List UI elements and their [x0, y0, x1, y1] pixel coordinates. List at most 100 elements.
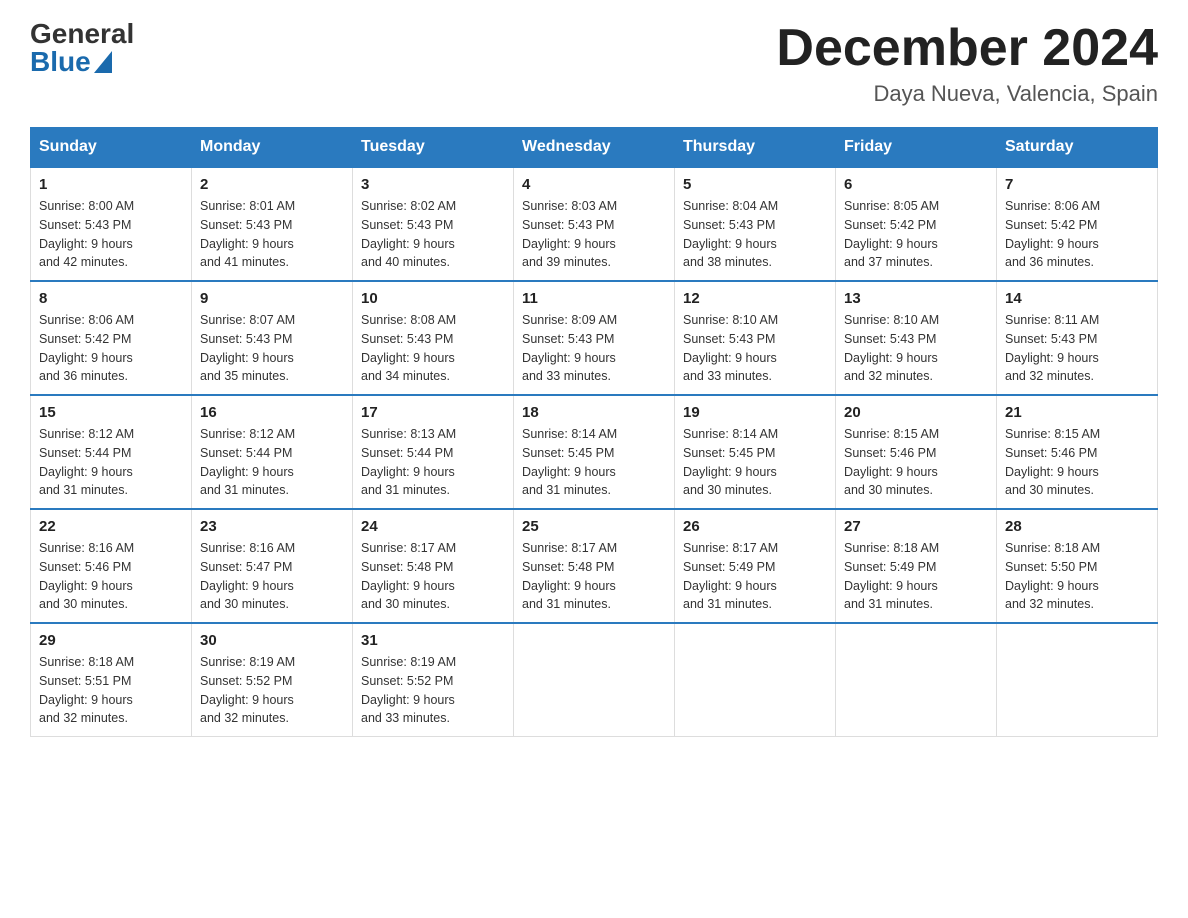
day-number: 23 — [200, 518, 344, 535]
day-number: 15 — [39, 404, 183, 421]
daylight-minutes: and 31 minutes. — [200, 483, 289, 497]
sunset-label: Sunset: 5:42 PM — [1005, 218, 1097, 232]
daylight-label: Daylight: 9 hours — [1005, 465, 1099, 479]
calendar-cell: 29 Sunrise: 8:18 AM Sunset: 5:51 PM Dayl… — [31, 623, 192, 737]
day-info: Sunrise: 8:15 AM Sunset: 5:46 PM Dayligh… — [844, 425, 988, 500]
day-info: Sunrise: 8:14 AM Sunset: 5:45 PM Dayligh… — [683, 425, 827, 500]
calendar-cell: 11 Sunrise: 8:09 AM Sunset: 5:43 PM Dayl… — [514, 281, 675, 395]
calendar-cell: 14 Sunrise: 8:11 AM Sunset: 5:43 PM Dayl… — [997, 281, 1158, 395]
sunrise-label: Sunrise: 8:11 AM — [1005, 313, 1099, 327]
calendar-cell — [675, 623, 836, 737]
daylight-label: Daylight: 9 hours — [844, 351, 938, 365]
sunset-label: Sunset: 5:43 PM — [522, 218, 614, 232]
sunset-label: Sunset: 5:43 PM — [200, 218, 292, 232]
daylight-minutes: and 37 minutes. — [844, 255, 933, 269]
day-number: 29 — [39, 632, 183, 649]
logo-general: General — [30, 20, 134, 48]
calendar-cell: 7 Sunrise: 8:06 AM Sunset: 5:42 PM Dayli… — [997, 167, 1158, 281]
sunrise-label: Sunrise: 8:18 AM — [1005, 541, 1100, 555]
calendar-cell: 28 Sunrise: 8:18 AM Sunset: 5:50 PM Dayl… — [997, 509, 1158, 623]
sunrise-label: Sunrise: 8:10 AM — [683, 313, 778, 327]
sunset-label: Sunset: 5:50 PM — [1005, 560, 1097, 574]
calendar-cell: 21 Sunrise: 8:15 AM Sunset: 5:46 PM Dayl… — [997, 395, 1158, 509]
sunset-label: Sunset: 5:45 PM — [522, 446, 614, 460]
day-number: 28 — [1005, 518, 1149, 535]
day-of-week-header: Thursday — [675, 128, 836, 168]
day-of-week-header: Wednesday — [514, 128, 675, 168]
calendar-cell: 1 Sunrise: 8:00 AM Sunset: 5:43 PM Dayli… — [31, 167, 192, 281]
calendar-cell: 10 Sunrise: 8:08 AM Sunset: 5:43 PM Dayl… — [353, 281, 514, 395]
daylight-label: Daylight: 9 hours — [361, 693, 455, 707]
daylight-label: Daylight: 9 hours — [39, 693, 133, 707]
logo-triangle-icon — [94, 51, 112, 73]
daylight-minutes: and 42 minutes. — [39, 255, 128, 269]
daylight-minutes: and 41 minutes. — [200, 255, 289, 269]
daylight-minutes: and 40 minutes. — [361, 255, 450, 269]
daylight-label: Daylight: 9 hours — [39, 465, 133, 479]
sunrise-label: Sunrise: 8:13 AM — [361, 427, 456, 441]
day-number: 5 — [683, 176, 827, 193]
daylight-label: Daylight: 9 hours — [200, 465, 294, 479]
day-info: Sunrise: 8:01 AM Sunset: 5:43 PM Dayligh… — [200, 197, 344, 272]
day-of-week-header: Sunday — [31, 128, 192, 168]
daylight-label: Daylight: 9 hours — [361, 579, 455, 593]
day-info: Sunrise: 8:16 AM Sunset: 5:47 PM Dayligh… — [200, 539, 344, 614]
sunrise-label: Sunrise: 8:18 AM — [844, 541, 939, 555]
sunrise-label: Sunrise: 8:07 AM — [200, 313, 295, 327]
day-number: 26 — [683, 518, 827, 535]
sunset-label: Sunset: 5:43 PM — [361, 218, 453, 232]
calendar-cell: 19 Sunrise: 8:14 AM Sunset: 5:45 PM Dayl… — [675, 395, 836, 509]
day-number: 2 — [200, 176, 344, 193]
day-info: Sunrise: 8:15 AM Sunset: 5:46 PM Dayligh… — [1005, 425, 1149, 500]
calendar-week-row: 8 Sunrise: 8:06 AM Sunset: 5:42 PM Dayli… — [31, 281, 1158, 395]
day-number: 8 — [39, 290, 183, 307]
sunrise-label: Sunrise: 8:19 AM — [361, 655, 456, 669]
day-number: 25 — [522, 518, 666, 535]
daylight-minutes: and 31 minutes. — [522, 597, 611, 611]
sunset-label: Sunset: 5:43 PM — [683, 332, 775, 346]
day-number: 4 — [522, 176, 666, 193]
day-number: 9 — [200, 290, 344, 307]
daylight-label: Daylight: 9 hours — [522, 465, 616, 479]
calendar-cell: 2 Sunrise: 8:01 AM Sunset: 5:43 PM Dayli… — [192, 167, 353, 281]
calendar-header-row: SundayMondayTuesdayWednesdayThursdayFrid… — [31, 128, 1158, 168]
day-info: Sunrise: 8:19 AM Sunset: 5:52 PM Dayligh… — [200, 653, 344, 728]
day-number: 11 — [522, 290, 666, 307]
day-info: Sunrise: 8:09 AM Sunset: 5:43 PM Dayligh… — [522, 311, 666, 386]
day-number: 31 — [361, 632, 505, 649]
daylight-label: Daylight: 9 hours — [1005, 579, 1099, 593]
daylight-minutes: and 32 minutes. — [1005, 369, 1094, 383]
daylight-minutes: and 32 minutes. — [200, 711, 289, 725]
day-number: 12 — [683, 290, 827, 307]
sunrise-label: Sunrise: 8:17 AM — [683, 541, 778, 555]
sunset-label: Sunset: 5:49 PM — [844, 560, 936, 574]
calendar-week-row: 22 Sunrise: 8:16 AM Sunset: 5:46 PM Dayl… — [31, 509, 1158, 623]
sunrise-label: Sunrise: 8:12 AM — [200, 427, 295, 441]
daylight-label: Daylight: 9 hours — [361, 351, 455, 365]
day-number: 13 — [844, 290, 988, 307]
calendar-cell: 18 Sunrise: 8:14 AM Sunset: 5:45 PM Dayl… — [514, 395, 675, 509]
calendar-cell: 16 Sunrise: 8:12 AM Sunset: 5:44 PM Dayl… — [192, 395, 353, 509]
day-info: Sunrise: 8:17 AM Sunset: 5:48 PM Dayligh… — [522, 539, 666, 614]
day-info: Sunrise: 8:16 AM Sunset: 5:46 PM Dayligh… — [39, 539, 183, 614]
daylight-label: Daylight: 9 hours — [39, 351, 133, 365]
calendar-week-row: 1 Sunrise: 8:00 AM Sunset: 5:43 PM Dayli… — [31, 167, 1158, 281]
daylight-label: Daylight: 9 hours — [361, 237, 455, 251]
sunset-label: Sunset: 5:44 PM — [200, 446, 292, 460]
daylight-minutes: and 36 minutes. — [1005, 255, 1094, 269]
sunrise-label: Sunrise: 8:06 AM — [1005, 199, 1100, 213]
daylight-label: Daylight: 9 hours — [683, 351, 777, 365]
daylight-label: Daylight: 9 hours — [683, 237, 777, 251]
calendar-cell — [514, 623, 675, 737]
sunrise-label: Sunrise: 8:03 AM — [522, 199, 617, 213]
day-number: 27 — [844, 518, 988, 535]
logo-blue: Blue — [30, 48, 91, 76]
sunrise-label: Sunrise: 8:14 AM — [522, 427, 617, 441]
day-number: 1 — [39, 176, 183, 193]
day-number: 18 — [522, 404, 666, 421]
daylight-label: Daylight: 9 hours — [844, 579, 938, 593]
calendar-cell: 31 Sunrise: 8:19 AM Sunset: 5:52 PM Dayl… — [353, 623, 514, 737]
calendar-table: SundayMondayTuesdayWednesdayThursdayFrid… — [30, 127, 1158, 737]
daylight-label: Daylight: 9 hours — [844, 237, 938, 251]
sunset-label: Sunset: 5:43 PM — [200, 332, 292, 346]
